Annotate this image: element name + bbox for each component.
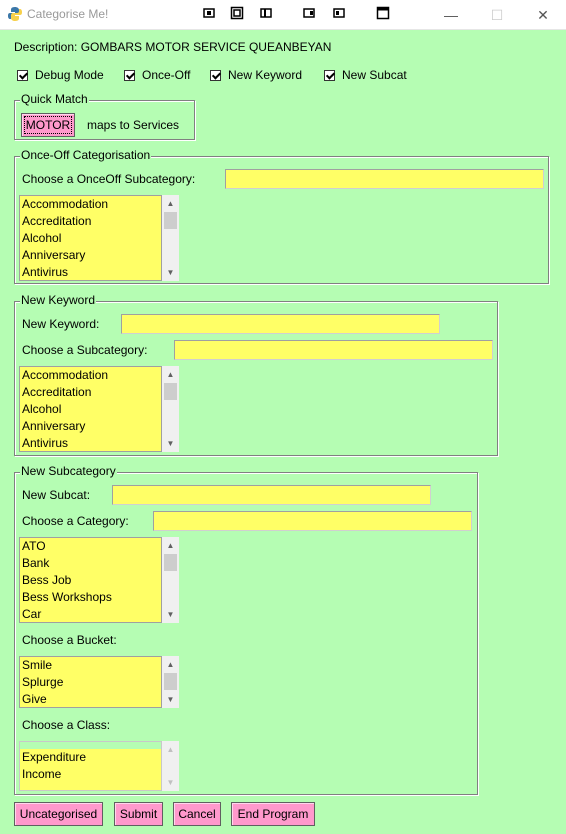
list-item[interactable]: Accommodation xyxy=(20,367,161,384)
new-keyword-legend: New Keyword xyxy=(20,293,97,307)
submit-button[interactable]: Submit xyxy=(114,802,163,826)
list-item[interactable]: Car xyxy=(20,606,161,622)
scroll-up-icon[interactable]: ▲ xyxy=(162,656,179,673)
select-tool-icon[interactable] xyxy=(230,6,244,20)
category-label: Choose a Category: xyxy=(22,514,129,528)
minimize-button[interactable]: — xyxy=(428,0,474,30)
list-item[interactable]: Bess Job xyxy=(20,572,161,589)
maximize-button[interactable]: ☐ xyxy=(474,0,520,30)
new-subcategory-group: New Subcategory New Subcat: Choose a Cat… xyxy=(14,464,478,795)
new-keyword-label: New Keyword xyxy=(228,68,303,82)
fullscreen-tool-icon[interactable] xyxy=(376,6,390,20)
list-item[interactable]: ATO xyxy=(20,538,161,555)
list-item[interactable]: Accommodation xyxy=(20,196,161,213)
list-item[interactable]: Anniversary xyxy=(20,418,161,435)
title-bar[interactable]: Categorise Me! — ☐ ✕ xyxy=(0,0,566,30)
new-keyword-check-mark[interactable] xyxy=(210,69,221,81)
debug-mode-checkbox[interactable]: Debug Mode xyxy=(17,67,104,83)
keyword-subcategory-list[interactable]: Accommodation Accreditation Alcohol Anni… xyxy=(19,366,162,452)
once-off-check-mark[interactable] xyxy=(124,69,135,81)
once-off-subcategory-label: Choose a OnceOff Subcategory: xyxy=(22,172,196,186)
list-item[interactable]: Expenditure xyxy=(20,749,161,766)
scroll-down-icon[interactable]: ▼ xyxy=(162,435,179,452)
list-item[interactable]: Accreditation xyxy=(20,213,161,230)
bucket-list[interactable]: Smile Splurge Give xyxy=(19,656,162,708)
keyword-subcategory-label: Choose a Subcategory: xyxy=(22,343,148,357)
new-keyword-checkbox[interactable]: New Keyword xyxy=(210,67,302,83)
python-icon xyxy=(8,7,22,21)
scroll-thumb[interactable] xyxy=(164,554,177,571)
keyword-scrollbar[interactable]: ▲ ▼ xyxy=(162,366,179,452)
list-item[interactable]: Give xyxy=(20,691,161,707)
scroll-thumb[interactable] xyxy=(164,383,177,400)
scroll-up-icon[interactable]: ▲ xyxy=(162,195,179,212)
list-item[interactable]: Bess Workshops xyxy=(20,589,161,606)
list-item[interactable]: Antivirus xyxy=(20,264,161,280)
uncategorised-button[interactable]: Uncategorised xyxy=(14,802,103,826)
category-input[interactable] xyxy=(153,511,472,531)
new-subcat-checkbox[interactable]: New Subcat xyxy=(324,67,407,83)
maps-to-label: maps to Services xyxy=(87,118,180,132)
category-scrollbar[interactable]: ▲ ▼ xyxy=(162,537,179,623)
class-scrollbar[interactable]: ▲ ▼ xyxy=(162,741,179,791)
new-subcategory-legend: New Subcategory xyxy=(20,464,117,478)
window-title: Categorise Me! xyxy=(27,7,109,21)
new-subcat-field-label: New Subcat: xyxy=(22,488,91,502)
list-item[interactable]: Accreditation xyxy=(20,384,161,401)
list-item[interactable]: Bank xyxy=(20,555,161,572)
once-off-subcategory-input[interactable] xyxy=(225,169,544,189)
class-list[interactable]: Expenditure Income xyxy=(19,741,162,791)
new-subcat-label: New Subcat xyxy=(342,68,407,82)
scroll-down-icon[interactable]: ▼ xyxy=(162,774,179,791)
class-label: Choose a Class: xyxy=(22,718,111,732)
end-program-button[interactable]: End Program xyxy=(231,802,315,826)
debug-mode-label: Debug Mode xyxy=(35,68,104,82)
class-list-spacer xyxy=(20,742,161,749)
layout-tool-icon[interactable] xyxy=(202,6,216,20)
scroll-up-icon[interactable]: ▲ xyxy=(162,537,179,554)
once-off-group: Once-Off Categorisation Choose a OnceOff… xyxy=(14,148,549,284)
once-off-subcategory-list[interactable]: Accommodation Accreditation Alcohol Anni… xyxy=(19,195,162,281)
once-off-label: Once-Off xyxy=(142,68,191,82)
debug-mode-check-mark[interactable] xyxy=(17,69,28,81)
inspect-tool-icon[interactable] xyxy=(259,6,273,20)
list-item[interactable]: Smile xyxy=(20,657,161,674)
new-keyword-input[interactable] xyxy=(121,314,440,334)
list-item[interactable]: Alcohol xyxy=(20,401,161,418)
split-tool-icon[interactable] xyxy=(302,6,316,20)
scroll-down-icon[interactable]: ▼ xyxy=(162,606,179,623)
once-off-legend: Once-Off Categorisation xyxy=(20,148,152,162)
scroll-down-icon[interactable]: ▼ xyxy=(162,264,179,281)
new-keyword-label: New Keyword: xyxy=(22,317,100,331)
cancel-button[interactable]: Cancel xyxy=(173,802,221,826)
quick-match-group: Quick Match MOTOR maps to Services xyxy=(14,92,195,140)
list-item[interactable]: Anniversary xyxy=(20,247,161,264)
scroll-thumb[interactable] xyxy=(164,212,177,229)
bucket-scrollbar[interactable]: ▲ ▼ xyxy=(162,656,179,708)
quick-match-legend: Quick Match xyxy=(20,92,89,106)
list-item[interactable]: Alcohol xyxy=(20,230,161,247)
new-subcat-check-mark[interactable] xyxy=(324,69,335,81)
once-off-scrollbar[interactable]: ▲ ▼ xyxy=(162,195,179,281)
list-item[interactable]: Antivirus xyxy=(20,435,161,451)
scroll-up-icon[interactable]: ▲ xyxy=(162,741,179,758)
bucket-label: Choose a Bucket: xyxy=(22,633,117,647)
close-button[interactable]: ✕ xyxy=(520,0,566,30)
once-off-checkbox[interactable]: Once-Off xyxy=(124,67,190,83)
list-item[interactable]: Splurge xyxy=(20,674,161,691)
motor-quick-match-button[interactable]: MOTOR xyxy=(21,113,75,137)
scroll-thumb[interactable] xyxy=(164,673,177,690)
new-keyword-group: New Keyword New Keyword: Choose a Subcat… xyxy=(14,293,498,456)
new-subcat-input[interactable] xyxy=(112,485,431,505)
scroll-up-icon[interactable]: ▲ xyxy=(162,366,179,383)
list-item[interactable]: Income xyxy=(20,766,161,783)
scroll-down-icon[interactable]: ▼ xyxy=(162,691,179,708)
panel-tool-icon[interactable] xyxy=(332,6,346,20)
transaction-description: Description: GOMBARS MOTOR SERVICE QUEAN… xyxy=(14,40,332,54)
category-list[interactable]: ATO Bank Bess Job Bess Workshops Car xyxy=(19,537,162,623)
keyword-subcategory-input[interactable] xyxy=(174,340,493,360)
